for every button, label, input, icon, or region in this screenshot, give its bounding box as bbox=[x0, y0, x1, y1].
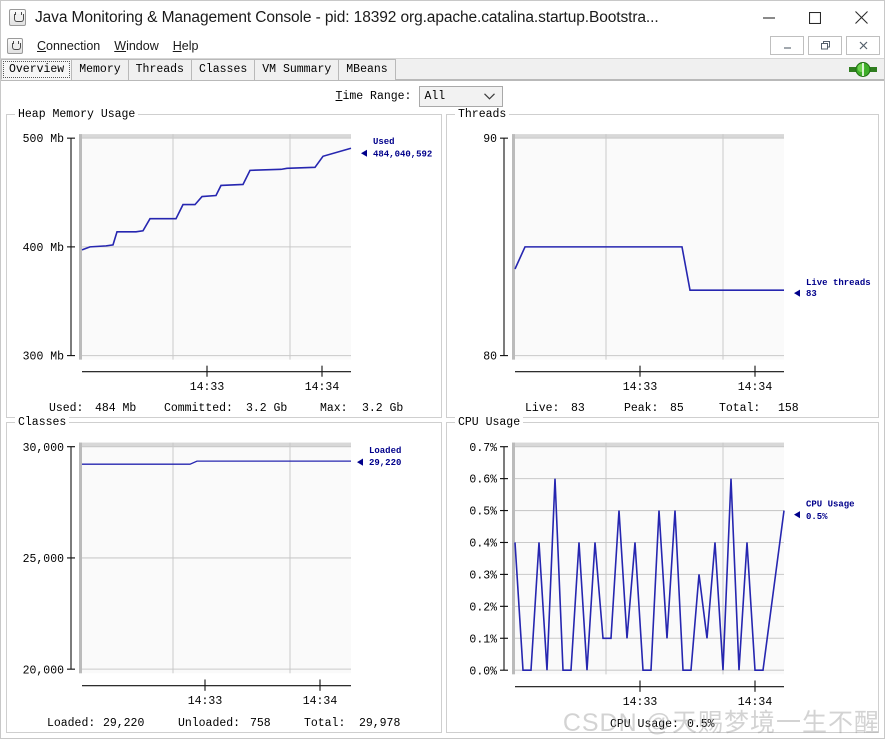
footer-label-total: Total: bbox=[304, 716, 345, 730]
ytick-label: 0.4% bbox=[469, 536, 497, 550]
ytick-label: 0.0% bbox=[469, 664, 497, 678]
menu-item-connection[interactable]: Connection bbox=[30, 37, 107, 55]
inner-restore-icon[interactable] bbox=[808, 36, 842, 55]
ytick-label: 400 Mb bbox=[23, 242, 64, 255]
chart-title-classes: Classes bbox=[15, 416, 70, 429]
footer-value-used: 484 Mb bbox=[95, 402, 136, 415]
ytick-label: 0.3% bbox=[469, 568, 497, 582]
footer-value-peak: 85 bbox=[670, 402, 684, 415]
xtick-label: 14:33 bbox=[188, 694, 222, 708]
ytick-label: 80 bbox=[483, 351, 497, 364]
footer-label-total: Total: bbox=[719, 402, 760, 415]
ytick-label: 0.6% bbox=[469, 473, 497, 487]
footer-value-committed: 3.2 Gb bbox=[246, 402, 287, 415]
legend-marker-live-threads bbox=[794, 289, 800, 297]
tab-vm-summary[interactable]: VM Summary bbox=[254, 59, 340, 80]
footer-label-peak: Peak: bbox=[624, 402, 658, 415]
chevron-down-icon bbox=[484, 93, 496, 100]
chart-panel-heap-memory-usage: Heap Memory Usage 500 Mb 400 Mb 300 Mb U… bbox=[6, 108, 442, 418]
footer-value-max: 3.2 Gb bbox=[362, 402, 403, 415]
time-range-value: All bbox=[424, 90, 446, 103]
title-bar: Java Monitoring & Management Console - p… bbox=[1, 1, 884, 34]
menu-bar: Connection Window Help bbox=[1, 34, 884, 59]
chart-heap-memory-usage: 500 Mb 400 Mb 300 Mb Used 484,040,592 14… bbox=[23, 133, 433, 415]
footer-value-loaded: 29,220 bbox=[103, 716, 144, 730]
xtick-label: 14:34 bbox=[305, 381, 340, 394]
green-connector-icon[interactable] bbox=[849, 62, 877, 77]
tab-memory[interactable]: Memory bbox=[71, 59, 129, 80]
minimize-icon[interactable] bbox=[746, 1, 792, 34]
legend-marker-used bbox=[361, 149, 367, 157]
time-range-label: Time Range: bbox=[335, 90, 412, 103]
footer-value-unloaded: 758 bbox=[250, 716, 271, 730]
window-title: Java Monitoring & Management Console - p… bbox=[35, 8, 659, 26]
legend-value-loaded: 29,220 bbox=[369, 457, 401, 468]
legend-label-cpu-usage: CPU Usage bbox=[806, 498, 855, 509]
xtick-label: 14:33 bbox=[623, 381, 658, 394]
legend-value-used: 484,040,592 bbox=[373, 148, 432, 159]
legend-marker-cpu-usage bbox=[794, 511, 800, 519]
chart-classes: 30,000 25,000 20,000 Loaded 29,220 14:33… bbox=[23, 441, 402, 730]
ytick-label: 0.2% bbox=[469, 600, 497, 614]
ytick-label: 25,000 bbox=[23, 552, 64, 566]
xtick-label: 14:34 bbox=[738, 381, 773, 394]
tab-mbeans[interactable]: MBeans bbox=[338, 59, 396, 80]
tab-classes[interactable]: Classes bbox=[190, 59, 256, 80]
inner-window-controls bbox=[770, 36, 880, 55]
java-cup-icon-small bbox=[7, 38, 23, 54]
jconsole-window: Java Monitoring & Management Console - p… bbox=[0, 0, 885, 739]
chart-title-heap-memory-usage: Heap Memory Usage bbox=[15, 108, 139, 121]
menu-item-help[interactable]: Help bbox=[166, 37, 206, 55]
legend-label-live-threads: Live threads bbox=[806, 277, 871, 288]
xtick-label: 14:34 bbox=[303, 694, 337, 708]
tab-bar-filler bbox=[394, 59, 884, 80]
tab-threads[interactable]: Threads bbox=[127, 59, 192, 80]
footer-label-loaded: Loaded: bbox=[47, 716, 95, 730]
tab-bar: Overview Memory Threads Classes VM Summa… bbox=[1, 59, 884, 81]
footer-value-total: 158 bbox=[778, 402, 799, 415]
chart-panel-threads: Threads 90 80 Live threads 83 14:33 14:3… bbox=[446, 108, 879, 418]
chart-cpu-usage: 0.7% 0.6% 0.5% 0.4% 0.3% 0.2% 0.1% 0.0% bbox=[469, 441, 855, 731]
maximize-icon[interactable] bbox=[792, 1, 838, 34]
chart-panel-classes: Classes 30,000 25,000 20,000 Loaded 29,2… bbox=[6, 416, 442, 733]
legend-marker-loaded bbox=[357, 458, 363, 466]
footer-value-cpu-usage: 0.5% bbox=[687, 717, 715, 731]
footer-label-unloaded: Unloaded: bbox=[178, 716, 240, 730]
footer-label-max: Max: bbox=[320, 402, 348, 415]
ytick-label: 500 Mb bbox=[23, 133, 64, 146]
legend-label-used: Used bbox=[373, 136, 395, 147]
chart-title-cpu-usage: CPU Usage bbox=[455, 416, 524, 429]
footer-value-live: 83 bbox=[571, 402, 585, 415]
window-controls bbox=[746, 1, 884, 34]
xtick-label: 14:33 bbox=[190, 381, 225, 394]
footer-label-cpu-usage: CPU Usage: bbox=[610, 717, 679, 731]
legend-value-live-threads: 83 bbox=[806, 288, 817, 299]
xtick-label: 14:34 bbox=[738, 695, 772, 709]
ytick-label: 90 bbox=[483, 133, 497, 146]
chart-panel-cpu-usage: CPU Usage 0.7% 0.6% 0.5% 0.4% 0.3% 0.2% … bbox=[446, 416, 879, 733]
time-range-select[interactable]: All bbox=[419, 86, 504, 107]
xtick-label: 14:33 bbox=[623, 695, 657, 709]
overview-charts-grid: Heap Memory Usage 500 Mb 400 Mb 300 Mb U… bbox=[1, 108, 884, 738]
menu-item-window[interactable]: Window bbox=[107, 37, 165, 55]
chart-title-threads: Threads bbox=[455, 108, 510, 121]
inner-minimize-icon[interactable] bbox=[770, 36, 804, 55]
ytick-label: 20,000 bbox=[23, 663, 64, 677]
java-cup-icon bbox=[9, 9, 26, 26]
ytick-label: 0.1% bbox=[469, 632, 497, 646]
ytick-label: 300 Mb bbox=[23, 351, 64, 364]
footer-label-used: Used: bbox=[49, 402, 83, 415]
close-icon[interactable] bbox=[838, 1, 884, 34]
footer-value-total: 29,978 bbox=[359, 716, 400, 730]
ytick-label: 30,000 bbox=[23, 441, 64, 455]
legend-label-loaded: Loaded bbox=[369, 445, 401, 456]
inner-close-icon[interactable] bbox=[846, 36, 880, 55]
footer-label-live: Live: bbox=[525, 402, 559, 415]
footer-label-committed: Committed: bbox=[164, 402, 233, 415]
legend-value-cpu-usage: 0.5% bbox=[806, 511, 828, 522]
tab-overview[interactable]: Overview bbox=[1, 59, 73, 80]
chart-threads: 90 80 Live threads 83 14:33 14:34 Live: … bbox=[483, 133, 871, 415]
ytick-label: 0.5% bbox=[469, 505, 497, 519]
ytick-label: 0.7% bbox=[469, 441, 497, 455]
